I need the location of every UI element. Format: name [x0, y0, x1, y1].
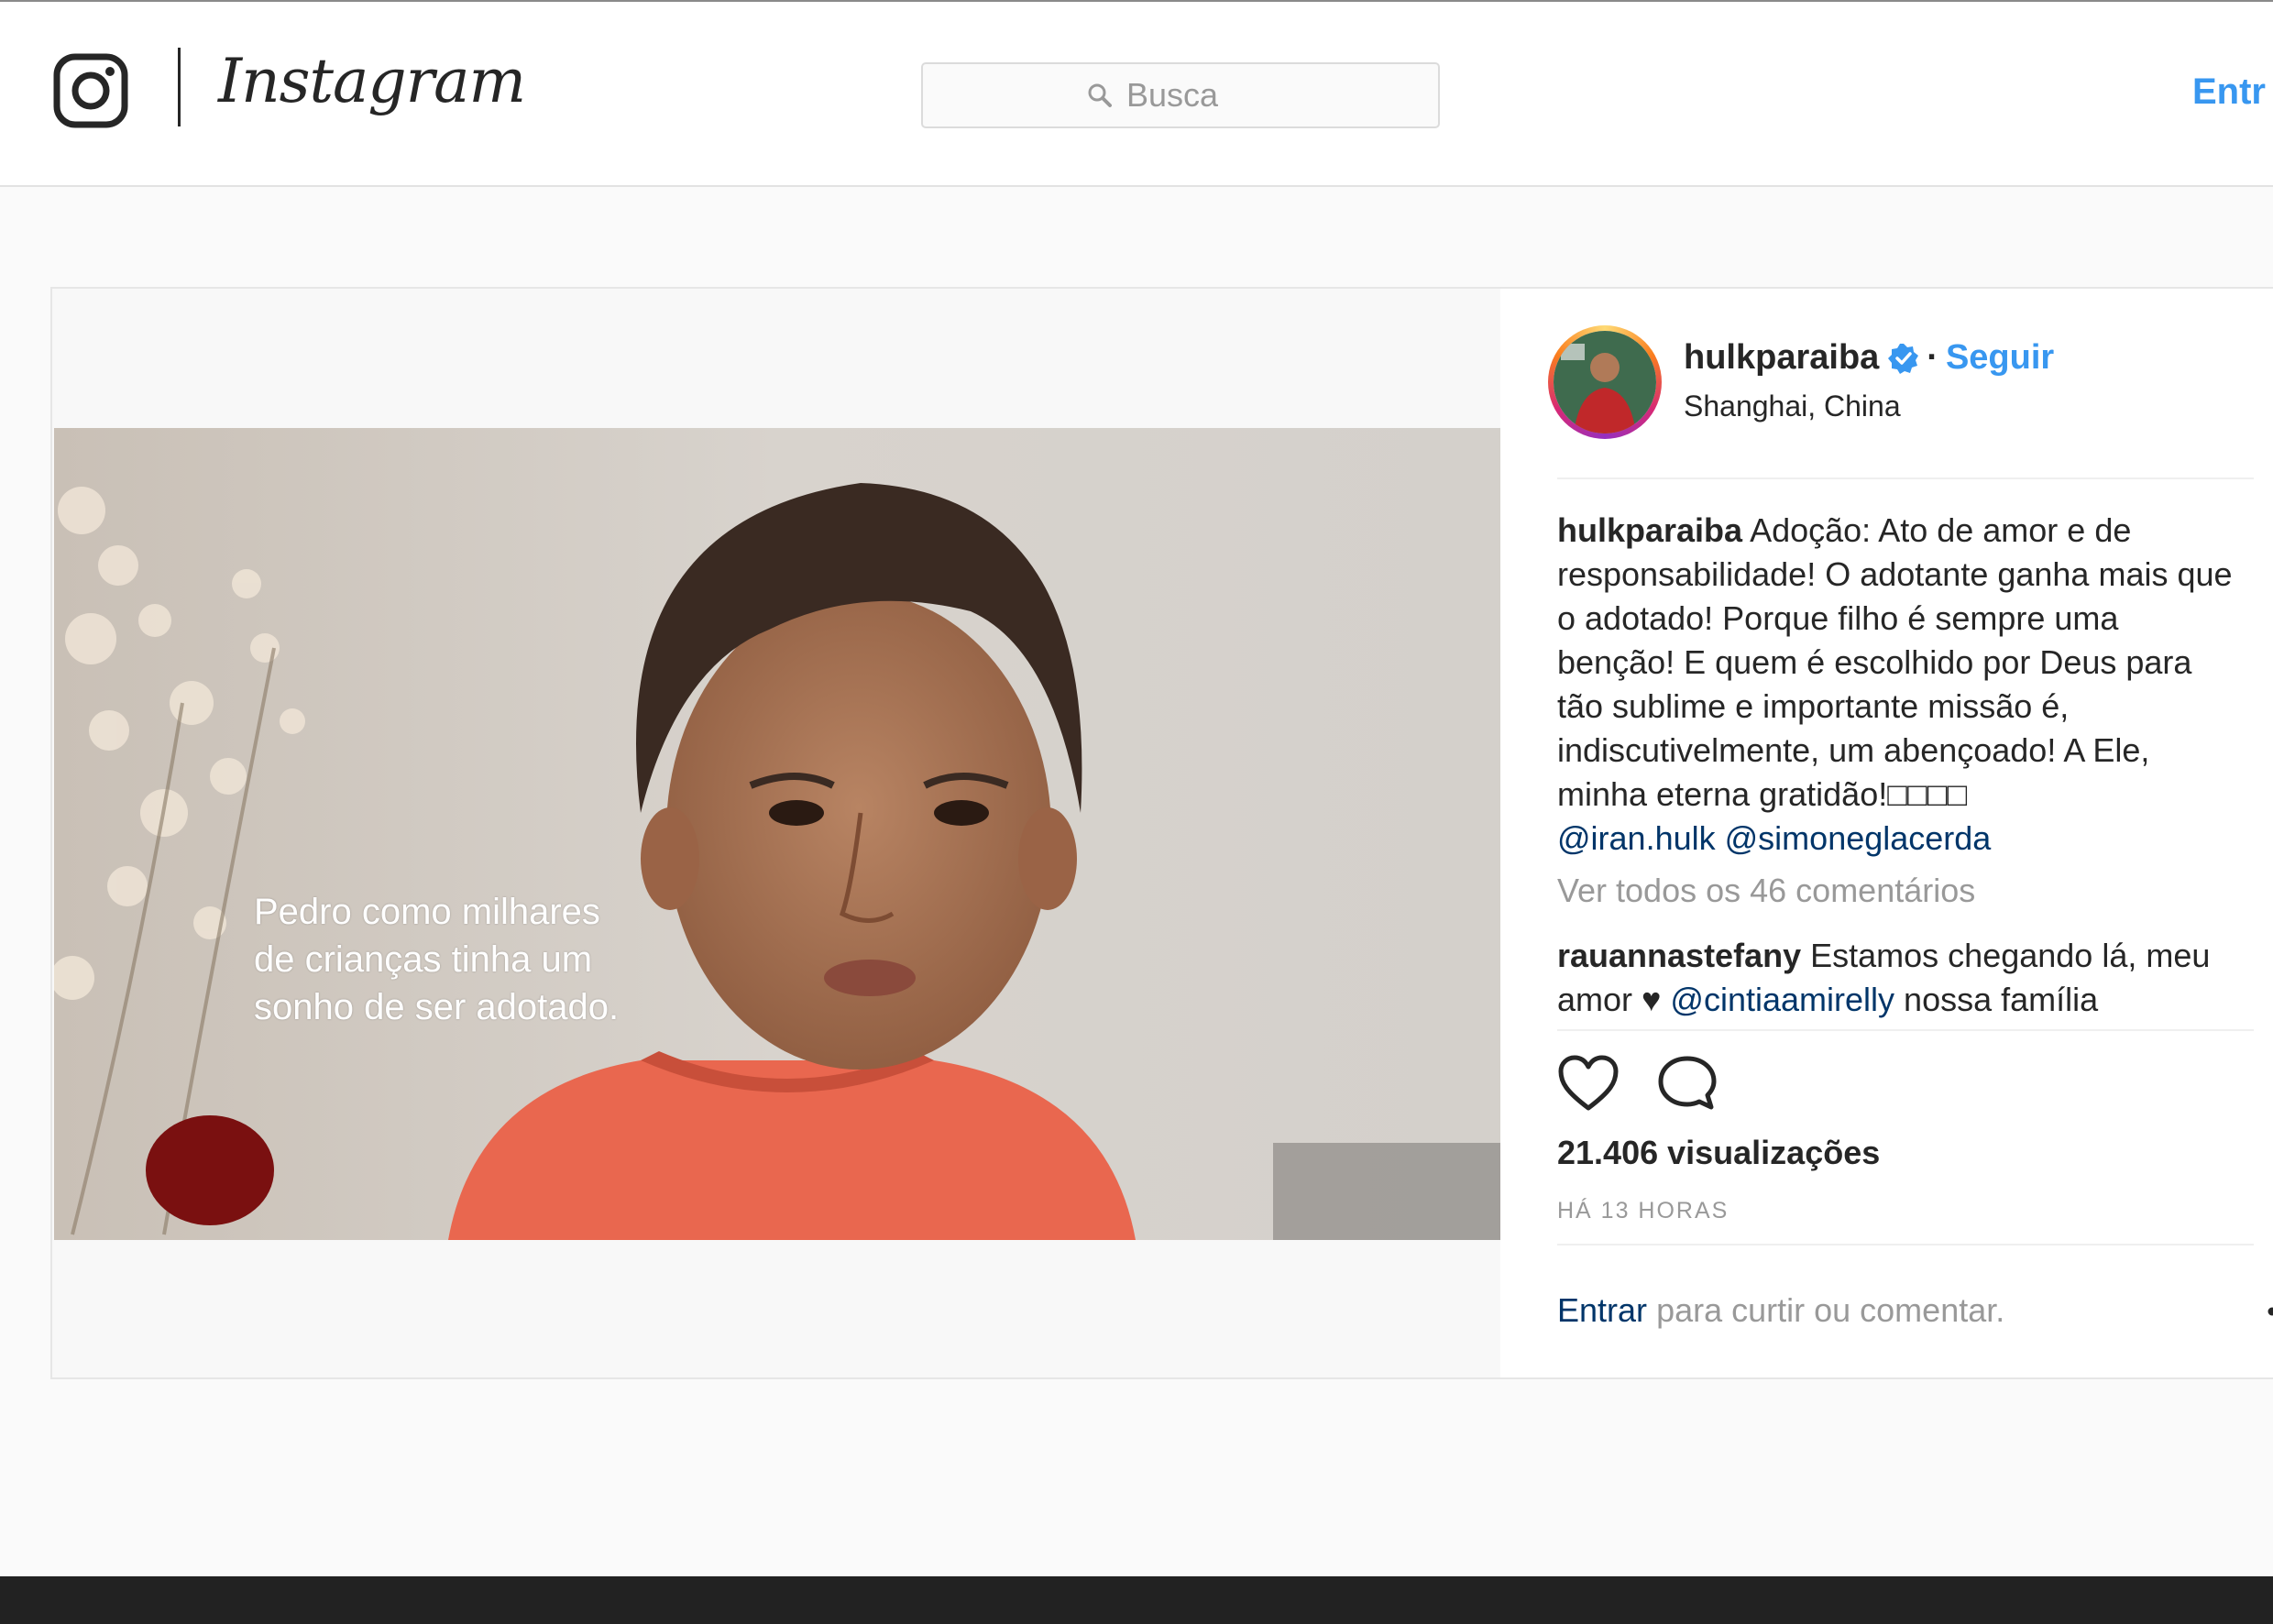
follow-button[interactable]: Seguir [1946, 338, 2054, 378]
post-sidebar: hulkparaiba · Seguir Shanghai, China hul… [1500, 289, 2273, 1377]
signin-text: para curtir ou comentar. [1656, 1291, 2005, 1329]
author-username[interactable]: hulkparaiba [1684, 338, 1879, 378]
post-author-row: hulkparaiba · Seguir [1684, 338, 2054, 378]
avatar-image [1554, 331, 1656, 433]
login-link[interactable]: Entr [2192, 71, 2266, 113]
post-caption: hulkparaiba Adoção: Ato de amor e de res… [1557, 509, 2235, 861]
post-timestamp[interactable]: HÁ 13 HORAS [1557, 1198, 1729, 1224]
post-location[interactable]: Shanghai, China [1684, 390, 1901, 423]
signin-link[interactable]: Entrar [1557, 1291, 1647, 1329]
caption-mention[interactable]: @simoneglacerda [1725, 819, 1992, 857]
divider [1557, 477, 2254, 479]
more-options-icon[interactable] [2263, 1302, 2273, 1321]
heart-icon[interactable] [1557, 1055, 1620, 1112]
separator-dot: · [1927, 338, 1938, 377]
footer-bar [0, 1576, 2273, 1624]
subtitle-line: sonho de ser adotado. [254, 987, 620, 1027]
search-box[interactable] [921, 62, 1440, 128]
logo-divider [178, 48, 181, 126]
top-navigation-bar: Instagram Entr [0, 2, 2273, 187]
comment-text-end: nossa família [1904, 981, 2099, 1018]
video-frame [54, 428, 1500, 1240]
signin-prompt: Entrar para curtir ou comentar. [1557, 1291, 2004, 1330]
comment-username[interactable]: rauannastefany [1557, 937, 1801, 974]
instagram-wordmark[interactable]: Instagram [218, 46, 526, 116]
divider [1557, 1244, 2254, 1245]
video-subtitle: Pedro como milhares de crianças tinha um… [254, 888, 619, 1031]
subtitle-line: Pedro como milhares [254, 892, 600, 932]
verified-badge-icon [1888, 343, 1919, 374]
divider [1557, 1029, 2254, 1031]
caption-username[interactable]: hulkparaiba [1557, 511, 1742, 549]
post-card: Pedro como milhares de crianças tinha um… [50, 287, 2273, 1379]
avatar[interactable] [1548, 325, 1662, 439]
comment-item: rauannastefany Estamos chegando lá, meu … [1557, 934, 2235, 1022]
search-input[interactable] [1125, 75, 1275, 115]
subtitle-line: de crianças tinha um [254, 939, 593, 980]
view-count[interactable]: 21.406 visualizações [1557, 1134, 1880, 1172]
caption-text: Adoção: Ato de amor e de responsabilidad… [1557, 511, 2233, 813]
video-player[interactable]: Pedro como milhares de crianças tinha um… [54, 428, 1500, 1240]
post-actions [1557, 1055, 1718, 1112]
view-all-comments-link[interactable]: Ver todos os 46 comentários [1557, 872, 1975, 910]
instagram-camera-icon[interactable] [53, 53, 128, 128]
comment-mention[interactable]: @cintiaamirelly [1670, 981, 1894, 1018]
post-media: Pedro como milhares de crianças tinha um… [52, 289, 1500, 1377]
caption-mention[interactable]: @iran.hulk [1557, 819, 1716, 857]
comment-bubble-icon[interactable] [1656, 1055, 1718, 1112]
search-icon [1088, 83, 1112, 107]
